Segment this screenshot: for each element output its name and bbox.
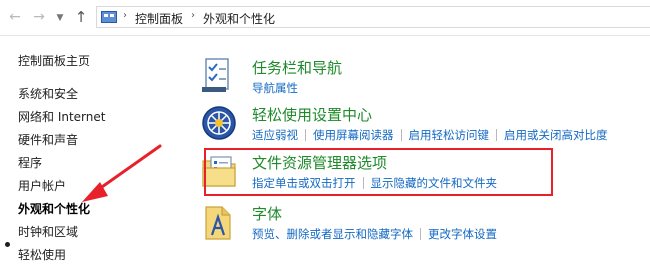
left-nav-item-programs[interactable]: 程序 xyxy=(18,154,42,171)
link-separator xyxy=(496,129,497,141)
left-nav-item-network-internet[interactable]: 网络和 Internet xyxy=(18,108,105,125)
link-screen-reader[interactable]: 使用屏幕阅读器 xyxy=(313,128,394,142)
navigation-bar: ← → ▼ ↑ › 控制面板 › 外观和个性化 xyxy=(0,0,650,36)
category-title-taskbar[interactable]: 任务栏和导航 xyxy=(252,57,342,78)
left-nav-item-control-panel-home[interactable]: 控制面板主页 xyxy=(18,52,90,69)
breadcrumb-separator-icon[interactable]: › xyxy=(123,10,127,21)
link-ease-of-access-keys[interactable]: 启用轻松访问键 xyxy=(409,128,490,142)
left-nav-item-system-security[interactable]: 系统和安全 xyxy=(18,85,78,102)
category-taskbar: 任务栏和导航 导航属性 xyxy=(200,57,650,97)
link-navigation-properties[interactable]: 导航属性 xyxy=(252,81,298,95)
back-arrow-icon[interactable]: ← xyxy=(6,8,24,26)
up-arrow-icon[interactable]: ↑ xyxy=(72,8,90,26)
breadcrumb-appearance[interactable]: 外观和个性化 xyxy=(203,10,275,27)
left-nav-item-clock-region[interactable]: 时钟和区域 xyxy=(18,223,78,240)
category-title-fonts[interactable]: 字体 xyxy=(252,203,282,224)
breadcrumb-separator-icon[interactable]: › xyxy=(191,10,195,21)
forward-arrow-icon[interactable]: → xyxy=(30,8,48,26)
red-highlight-box-annotation xyxy=(204,148,553,196)
category-links-taskbar: 导航属性 xyxy=(252,80,298,96)
link-high-contrast[interactable]: 启用或关闭高对比度 xyxy=(504,128,608,142)
link-separator xyxy=(400,129,402,141)
category-links-fonts: 预览、删除或者显示和隐藏字体 更改字体设置 xyxy=(252,226,497,242)
link-low-vision[interactable]: 适应弱视 xyxy=(252,128,298,142)
address-bar[interactable]: › 控制面板 › 外观和个性化 xyxy=(96,6,650,28)
category-title-ease-of-access[interactable]: 轻松使用设置中心 xyxy=(252,104,372,125)
red-arrow-annotation xyxy=(82,144,162,202)
left-nav-item-ease-of-access[interactable]: 轻松使用 xyxy=(18,246,66,263)
link-separator xyxy=(420,228,421,240)
current-item-bullet-icon xyxy=(5,242,10,247)
ease-of-access-icon xyxy=(202,106,236,140)
left-nav-item-hardware-sound[interactable]: 硬件和声音 xyxy=(18,131,78,148)
control-panel-icon xyxy=(101,11,117,23)
category-links-ease-of-access: 适应弱视 使用屏幕阅读器 启用轻松访问键 启用或关闭高对比度 xyxy=(252,127,608,143)
link-separator xyxy=(305,129,306,141)
fonts-icon xyxy=(205,206,231,240)
category-fonts: 字体 预览、删除或者显示和隐藏字体 更改字体设置 xyxy=(200,203,650,243)
link-preview-delete-fonts[interactable]: 预览、删除或者显示和隐藏字体 xyxy=(252,227,413,241)
left-nav-item-user-accounts[interactable]: 用户帐户 xyxy=(18,177,66,194)
recent-locations-chevron-icon[interactable]: ▼ xyxy=(54,9,66,27)
breadcrumb-control-panel[interactable]: 控制面板 xyxy=(135,10,183,27)
link-change-font-settings[interactable]: 更改字体设置 xyxy=(428,227,497,241)
taskbar-icon xyxy=(202,58,229,92)
category-ease-of-access: 轻松使用设置中心 适应弱视 使用屏幕阅读器 启用轻松访问键 启用或关闭高对比度 xyxy=(200,104,650,144)
